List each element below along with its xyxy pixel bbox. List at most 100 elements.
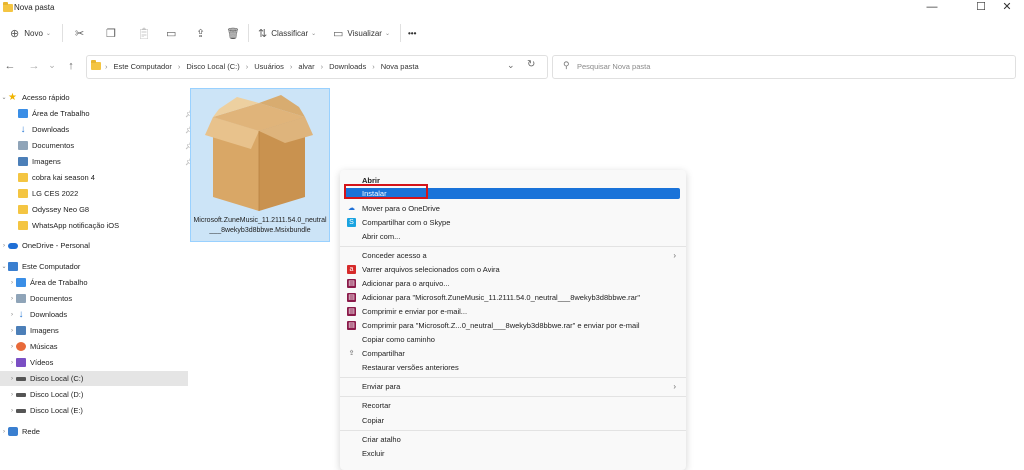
- sidebar-item-label: Músicas: [30, 342, 58, 351]
- breadcrumb-item[interactable]: Disco Local (C:): [186, 62, 239, 71]
- sidebar-item-label: Documentos: [32, 141, 75, 150]
- drive-icon: [16, 392, 26, 397]
- search-box[interactable]: ⚲ Pesquisar Nova pasta: [552, 55, 1016, 79]
- more-options-button[interactable]: •••: [408, 19, 416, 47]
- sidebar-item-onedrive[interactable]: › OneDrive - Personal: [0, 238, 180, 253]
- menu-item-label: Excluir: [362, 448, 385, 458]
- menu-item-label: Mover para o OneDrive: [362, 203, 440, 213]
- toolbar-divider: [400, 24, 401, 42]
- sidebar-item-desktop[interactable]: › Área de Trabalho: [0, 275, 188, 290]
- close-button[interactable]: ✕: [990, 0, 1024, 16]
- breadcrumb-item[interactable]: Nova pasta: [381, 62, 419, 71]
- file-item[interactable]: Microsoft.ZuneMusic_11.2111.54.0_neutral…: [190, 88, 330, 242]
- sidebar-item-label: Documentos: [30, 294, 73, 303]
- share-button[interactable]: ⇪: [196, 19, 205, 47]
- up-arrow-icon[interactable]: ↑: [63, 60, 79, 72]
- menu-item-label: Varrer arquivos selecionados com o Avira: [362, 264, 500, 274]
- menu-item-label: Adicionar para o arquivo...: [362, 278, 450, 288]
- sidebar-item-folder[interactable]: Odyssey Neo G8: [0, 202, 198, 217]
- menu-item-label: Restaurar versões anteriores: [362, 362, 459, 372]
- view-button[interactable]: ▭ Visualizar ⌄: [333, 19, 390, 47]
- menu-item-add-archive[interactable]: ▤ Adicionar para o arquivo...: [340, 276, 686, 290]
- menu-item-label: Recortar: [362, 400, 391, 410]
- chevron-down-icon[interactable]: ⌄: [507, 60, 515, 71]
- menu-item-grant-access[interactable]: Conceder acesso a ›: [340, 248, 686, 262]
- menu-item-move-onedrive[interactable]: ☁ Mover para o OneDrive: [340, 201, 686, 215]
- back-arrow-icon[interactable]: ←: [2, 60, 18, 72]
- menu-item-compress-rar-email[interactable]: ▤ Comprimir para "Microsoft.Z...0_neutra…: [340, 318, 686, 332]
- menu-item-cut[interactable]: Recortar: [340, 398, 686, 412]
- star-icon: ★: [8, 92, 17, 103]
- minimize-button[interactable]: —: [915, 0, 949, 16]
- address-bar[interactable]: › Este Computador › Disco Local (C:) › U…: [86, 55, 548, 79]
- menu-item-share-skype[interactable]: S Compartilhar com o Skype: [340, 215, 686, 229]
- sidebar-item-desktop[interactable]: Área de Trabalho 📌︎: [0, 106, 198, 121]
- new-button[interactable]: ⊕ Novo ⌄: [10, 19, 51, 47]
- sidebar-item-images[interactable]: Imagens 📌︎: [0, 154, 198, 169]
- menu-item-compress-email[interactable]: ▤ Comprimir e enviar por e-mail...: [340, 304, 686, 318]
- sidebar-item-music[interactable]: › Músicas: [0, 339, 188, 354]
- sidebar-item-label: Disco Local (E:): [30, 406, 83, 415]
- folder-icon: [18, 205, 28, 214]
- sidebar-item-folder[interactable]: LG CES 2022: [0, 186, 198, 201]
- chevron-down-icon[interactable]: ⌄: [44, 60, 60, 71]
- sidebar-item-quick-access[interactable]: ⌄ ★ Acesso rápido: [0, 90, 180, 105]
- breadcrumb-item[interactable]: alvar: [298, 62, 314, 71]
- forward-arrow-icon[interactable]: →: [26, 60, 42, 72]
- cut-button[interactable]: ✂: [75, 19, 84, 47]
- sidebar-item-documents[interactable]: › Documentos: [0, 291, 188, 306]
- rename-button[interactable]: ▭: [166, 19, 176, 47]
- menu-item-restore-versions[interactable]: Restaurar versões anteriores: [340, 360, 686, 374]
- menu-item-label: Comprimir e enviar por e-mail...: [362, 306, 468, 316]
- sidebar-item-downloads[interactable]: ↓ Downloads 📌︎: [0, 122, 198, 137]
- download-icon: ↓: [20, 124, 26, 135]
- sidebar-item-videos[interactable]: › Vídeos: [0, 355, 188, 370]
- sort-icon: ⇅: [258, 27, 268, 40]
- view-icon: ▭: [333, 27, 344, 40]
- sidebar-item-drive-c[interactable]: › Disco Local (C:): [0, 371, 188, 386]
- breadcrumb-item[interactable]: Este Computador: [114, 62, 172, 71]
- sidebar-item-label: Disco Local (C:): [30, 374, 84, 383]
- chevron-right-icon: ›: [11, 343, 13, 350]
- sort-button[interactable]: ⇅ Classificar ⌄: [258, 19, 316, 47]
- toolbar-divider: [62, 24, 63, 42]
- toolbar-divider: [248, 24, 249, 42]
- sidebar-item-label: Acesso rápido: [22, 93, 70, 102]
- menu-item-open-with[interactable]: Abrir com...: [340, 229, 686, 243]
- menu-item-send-to[interactable]: Enviar para ›: [340, 379, 686, 393]
- breadcrumb-item[interactable]: Downloads: [329, 62, 366, 71]
- video-icon: [16, 358, 26, 367]
- menu-divider: [340, 246, 686, 247]
- copy-button[interactable]: ❐: [106, 19, 116, 47]
- sidebar-item-drive-e[interactable]: › Disco Local (E:): [0, 403, 188, 418]
- paste-button[interactable]: 📋︎: [137, 19, 151, 47]
- sidebar-item-downloads[interactable]: › ↓ Downloads: [0, 307, 188, 322]
- menu-divider: [340, 377, 686, 378]
- menu-item-add-rar[interactable]: ▤ Adicionar para "Microsoft.ZuneMusic_11…: [340, 290, 686, 304]
- menu-divider: [340, 430, 686, 431]
- delete-button[interactable]: 🗑︎: [226, 19, 240, 47]
- share-icon: ⇪: [348, 350, 355, 357]
- sidebar-item-folder[interactable]: cobra kai season 4: [0, 170, 198, 185]
- menu-item-create-shortcut[interactable]: Criar atalho: [340, 432, 686, 446]
- sidebar-item-network[interactable]: › Rede: [0, 424, 180, 439]
- chevron-down-icon: ⌄: [45, 30, 51, 37]
- sidebar-item-this-pc[interactable]: ⌄ Este Computador: [0, 259, 180, 274]
- winrar-icon: ▤: [347, 320, 356, 330]
- sidebar-item-images[interactable]: › Imagens: [0, 323, 188, 338]
- breadcrumb-item[interactable]: Usuários: [254, 62, 284, 71]
- cloud-icon: ☁: [348, 205, 355, 212]
- menu-item-avira-scan[interactable]: a Varrer arquivos selecionados com o Avi…: [340, 262, 686, 276]
- trash-icon: 🗑︎: [226, 27, 240, 40]
- folder-icon: [3, 2, 13, 14]
- refresh-icon[interactable]: ↻: [527, 59, 535, 70]
- menu-item-delete[interactable]: Excluir: [340, 446, 686, 460]
- sidebar-item-drive-d[interactable]: › Disco Local (D:): [0, 387, 188, 402]
- menu-item-copy[interactable]: Copiar: [340, 413, 686, 427]
- sidebar-item-folder[interactable]: WhatsApp notificação iOS: [0, 218, 198, 233]
- sidebar-item-documents[interactable]: Documentos 📌︎: [0, 138, 198, 153]
- chevron-down-icon: ⌄: [384, 30, 390, 37]
- image-icon: [16, 326, 26, 335]
- menu-item-share[interactable]: ⇪ Compartilhar: [340, 346, 686, 360]
- menu-item-copy-path[interactable]: Copiar como caminho: [340, 332, 686, 346]
